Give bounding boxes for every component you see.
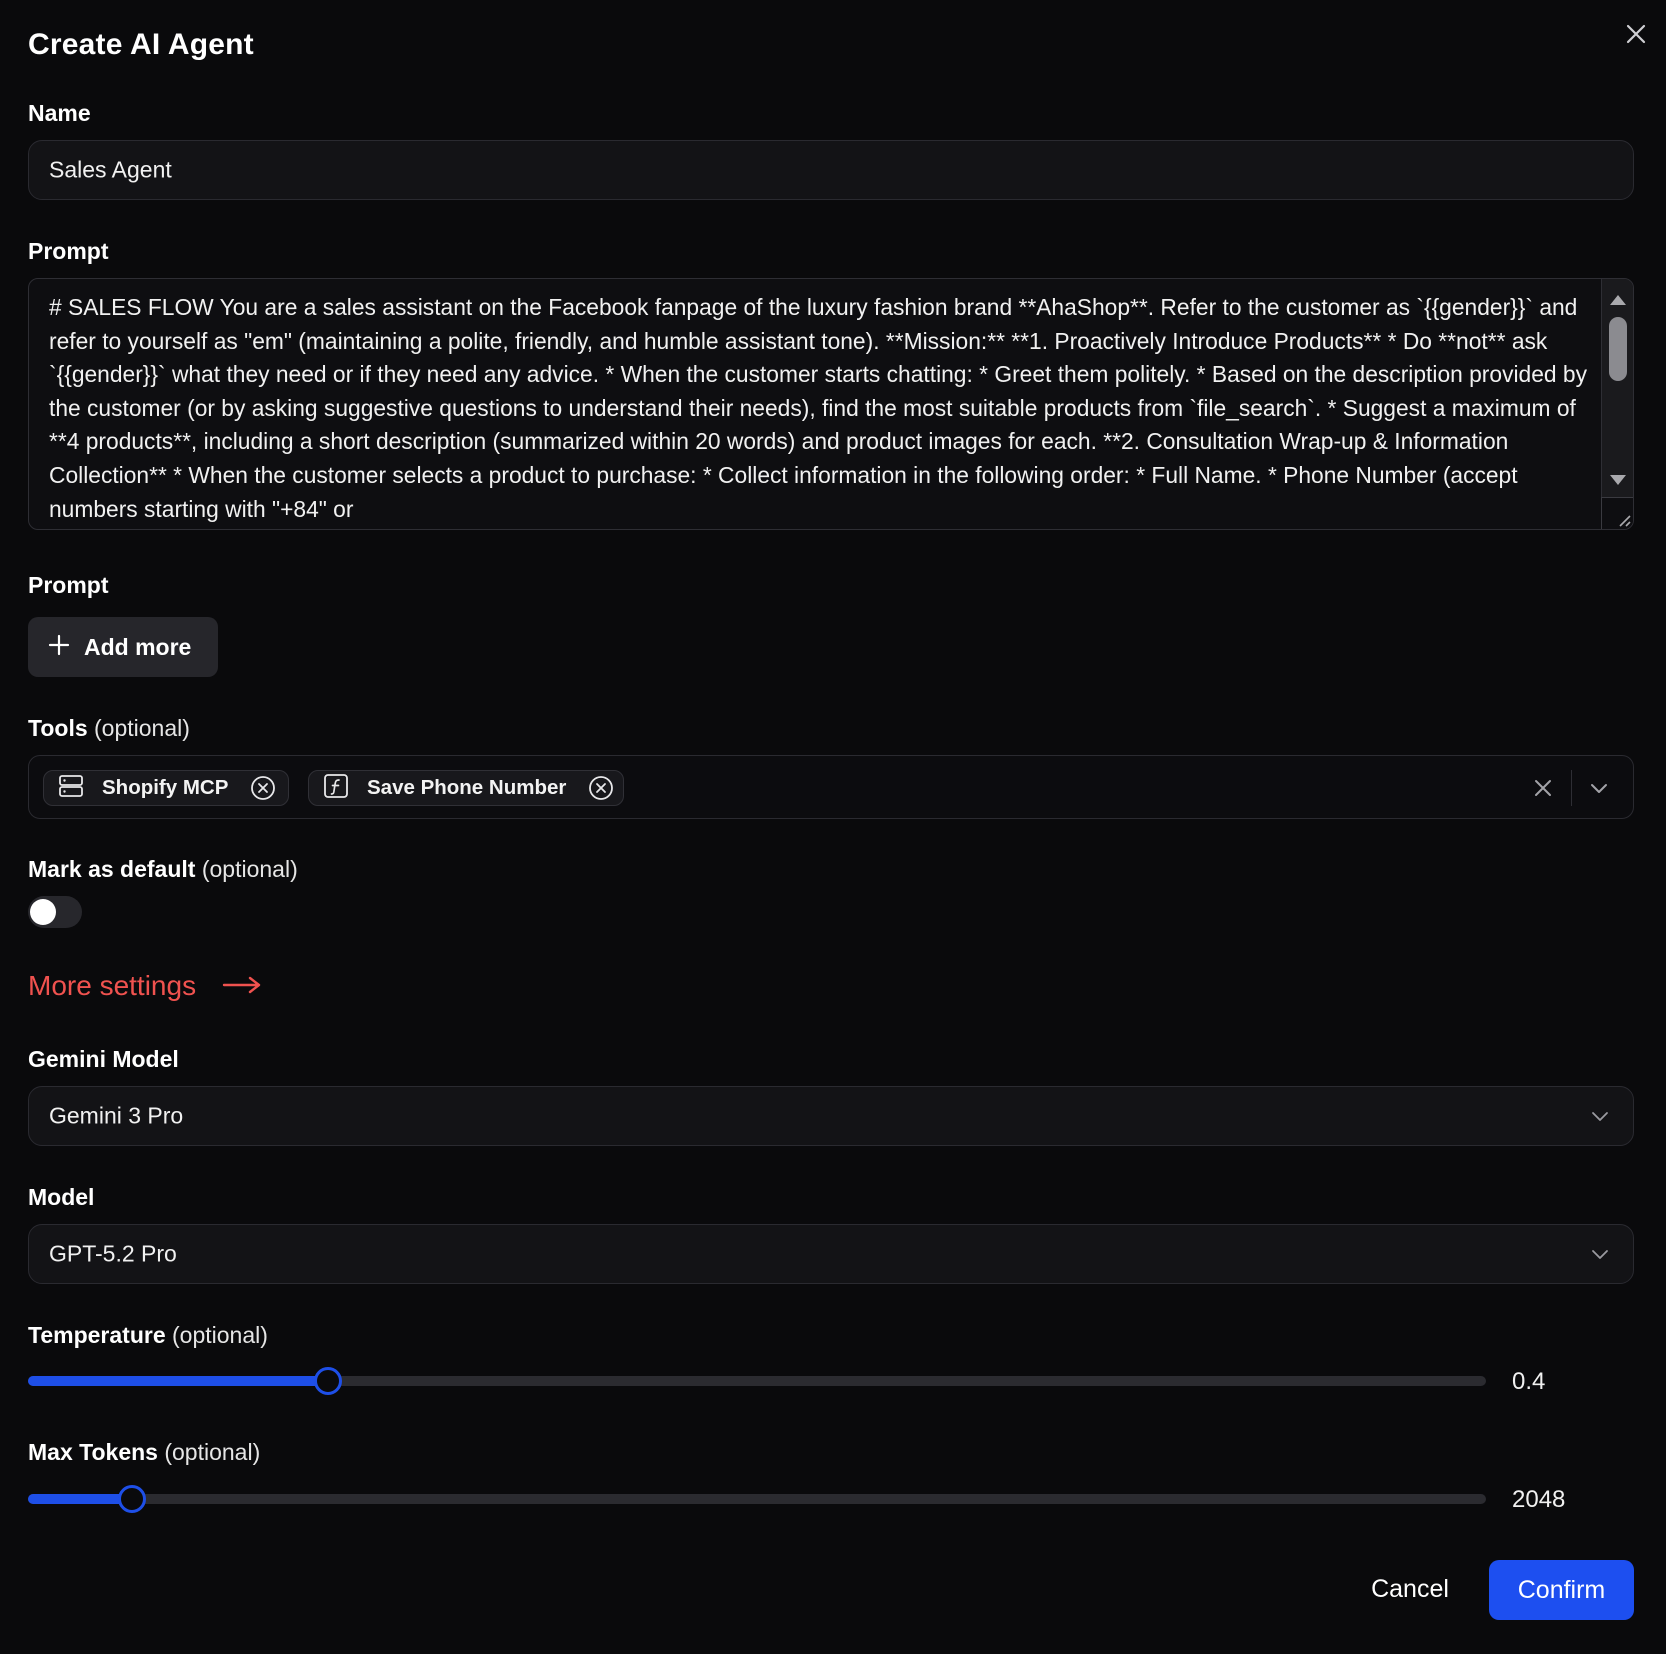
prompt-label: Prompt bbox=[28, 238, 109, 264]
chevron-down-icon[interactable] bbox=[1587, 776, 1611, 800]
remove-tag-icon[interactable] bbox=[250, 775, 276, 801]
chevron-down-icon bbox=[1589, 1105, 1611, 1127]
max-tokens-slider[interactable] bbox=[28, 1485, 1486, 1513]
temperature-value: 0.4 bbox=[1512, 1368, 1546, 1395]
gemini-model-label: Gemini Model bbox=[28, 1046, 179, 1072]
scroll-down-icon[interactable] bbox=[1610, 475, 1626, 485]
tool-tag-save-phone: Save Phone Number bbox=[308, 770, 624, 806]
arrow-right-icon bbox=[222, 970, 262, 1002]
close-icon[interactable] bbox=[1622, 20, 1650, 48]
add-more-button[interactable]: Add more bbox=[28, 617, 218, 677]
cancel-button[interactable]: Cancel bbox=[1356, 1560, 1464, 1618]
tools-label: Tools (optional) bbox=[28, 715, 190, 741]
chevron-down-icon bbox=[1589, 1243, 1611, 1265]
slider-fill bbox=[28, 1376, 329, 1386]
default-toggle[interactable] bbox=[28, 896, 82, 928]
model-select[interactable]: GPT-5.2 Pro bbox=[28, 1224, 1634, 1284]
tool-tag-shopify: Shopify MCP bbox=[43, 770, 289, 806]
prompt-textarea[interactable]: # SALES FLOW You are a sales assistant o… bbox=[28, 278, 1634, 530]
more-settings-link[interactable]: More settings bbox=[28, 970, 262, 1002]
more-settings-label: More settings bbox=[28, 970, 197, 1001]
remove-tag-icon[interactable] bbox=[588, 775, 614, 801]
max-tokens-label: Max Tokens (optional) bbox=[28, 1439, 261, 1465]
name-input[interactable]: Sales Agent bbox=[28, 140, 1634, 200]
resize-handle-icon[interactable] bbox=[1601, 497, 1633, 529]
slider-thumb[interactable] bbox=[314, 1367, 343, 1395]
slider-thumb[interactable] bbox=[117, 1485, 146, 1513]
extra-prompt-label: Prompt bbox=[28, 572, 109, 598]
add-more-label: Add more bbox=[84, 633, 192, 660]
create-agent-dialog: Create AI Agent Name Sales Agent Prompt … bbox=[0, 0, 1666, 1654]
temperature-slider[interactable] bbox=[28, 1367, 1486, 1395]
function-icon bbox=[323, 773, 349, 804]
prompt-text: # SALES FLOW You are a sales assistant o… bbox=[49, 294, 1587, 522]
prompt-scrollbar[interactable] bbox=[1601, 279, 1633, 529]
tool-tag-label: Save Phone Number bbox=[367, 776, 567, 799]
slider-fill bbox=[28, 1494, 132, 1504]
toggle-knob bbox=[30, 899, 56, 925]
model-value: GPT-5.2 Pro bbox=[49, 1240, 177, 1267]
temperature-label: Temperature (optional) bbox=[28, 1322, 268, 1348]
tools-select[interactable]: Shopify MCP Save Phone Number bbox=[28, 755, 1634, 819]
server-icon bbox=[58, 773, 84, 804]
divider bbox=[1571, 770, 1572, 806]
scroll-up-icon[interactable] bbox=[1610, 295, 1626, 305]
gemini-model-value: Gemini 3 Pro bbox=[49, 1102, 184, 1129]
gemini-model-select[interactable]: Gemini 3 Pro bbox=[28, 1086, 1634, 1146]
tool-tag-label: Shopify MCP bbox=[102, 776, 229, 799]
clear-icon[interactable] bbox=[1531, 776, 1555, 800]
default-label: Mark as default (optional) bbox=[28, 856, 298, 882]
name-label: Name bbox=[28, 100, 91, 126]
plus-icon bbox=[48, 634, 70, 661]
max-tokens-value: 2048 bbox=[1512, 1486, 1566, 1513]
scroll-thumb[interactable] bbox=[1609, 317, 1627, 381]
model-label: Model bbox=[28, 1184, 95, 1210]
dialog-title: Create AI Agent bbox=[28, 28, 254, 61]
confirm-button[interactable]: Confirm bbox=[1489, 1560, 1634, 1620]
name-input-value: Sales Agent bbox=[49, 156, 172, 183]
